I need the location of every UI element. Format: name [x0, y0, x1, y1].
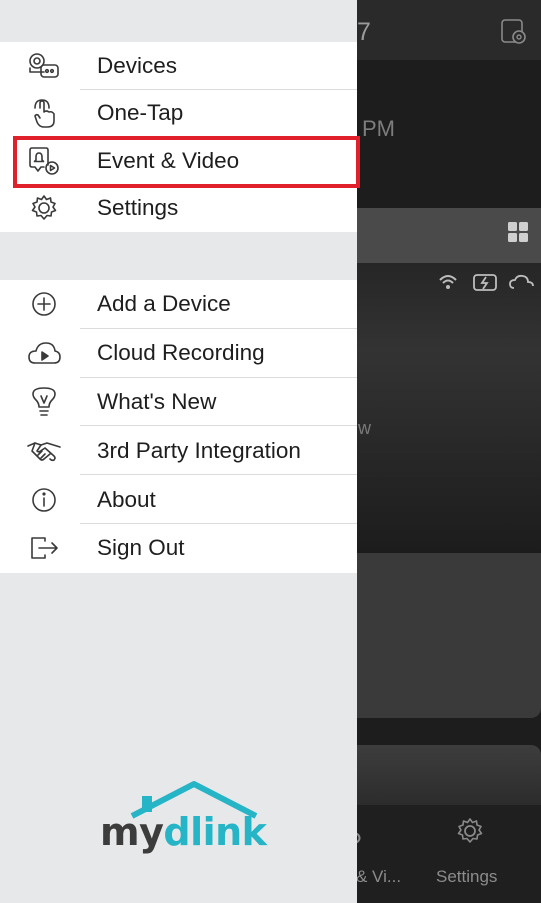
menu-item-label: Cloud Recording — [97, 340, 265, 366]
camera-status-icons — [439, 274, 534, 291]
tab-settings-label[interactable]: Settings — [436, 867, 497, 887]
sign-out-icon — [26, 533, 62, 563]
whats-new-icon — [26, 387, 62, 417]
menu-item-whats-new[interactable]: What's New — [0, 378, 357, 427]
menu-item-add-device[interactable]: Add a Device — [0, 280, 357, 329]
devices-icon — [26, 51, 62, 81]
menu-item-label: Devices — [97, 52, 178, 78]
highlight-box — [13, 136, 360, 188]
logo-text-my: my — [100, 810, 164, 854]
one-tap-icon — [26, 98, 62, 129]
navigation-drawer: Devices One-Tap Event & Video Settings A… — [0, 0, 360, 903]
menu-item-label: Settings — [97, 195, 179, 221]
menu-item-one-tap[interactable]: One-Tap — [0, 90, 357, 138]
logo-text-dlink: dlink — [163, 810, 267, 854]
grid-view-icon[interactable] — [508, 222, 528, 242]
info-icon — [26, 485, 62, 515]
tab-event-video-label[interactable]: & Vi... — [356, 867, 401, 887]
menu-item-3rd-party-integration[interactable]: 3rd Party Integration — [0, 426, 357, 475]
menu-item-about[interactable]: About — [0, 475, 357, 524]
settings-tab-icon[interactable] — [455, 816, 485, 846]
settings-icon — [26, 193, 62, 223]
menu-item-label: Sign Out — [97, 535, 185, 561]
menu-item-label: What's New — [97, 388, 217, 414]
text-fragment: w — [358, 418, 371, 438]
menu-item-label: Add a Device — [97, 291, 231, 317]
camera-settings-icon[interactable] — [500, 18, 528, 46]
handshake-icon — [26, 436, 62, 466]
cloud-recording-icon — [26, 338, 62, 368]
menu-item-sign-out[interactable]: Sign Out — [0, 524, 357, 573]
menu-item-label: 3rd Party Integration — [97, 437, 301, 463]
mydlink-logo: mydlink — [100, 780, 270, 870]
drawer-menu-secondary: Add a Device Cloud Recording What's New — [0, 280, 357, 573]
menu-item-cloud-recording[interactable]: Cloud Recording — [0, 329, 357, 378]
menu-item-label: About — [97, 486, 156, 512]
menu-item-devices[interactable]: Devices — [0, 42, 357, 90]
drawer-header — [0, 0, 357, 42]
logo-text: mydlink — [100, 810, 267, 854]
time-label: PM — [362, 116, 395, 141]
menu-item-label: One-Tap — [97, 100, 184, 126]
add-device-icon — [26, 289, 62, 319]
menu-item-settings[interactable]: Settings — [0, 185, 357, 233]
